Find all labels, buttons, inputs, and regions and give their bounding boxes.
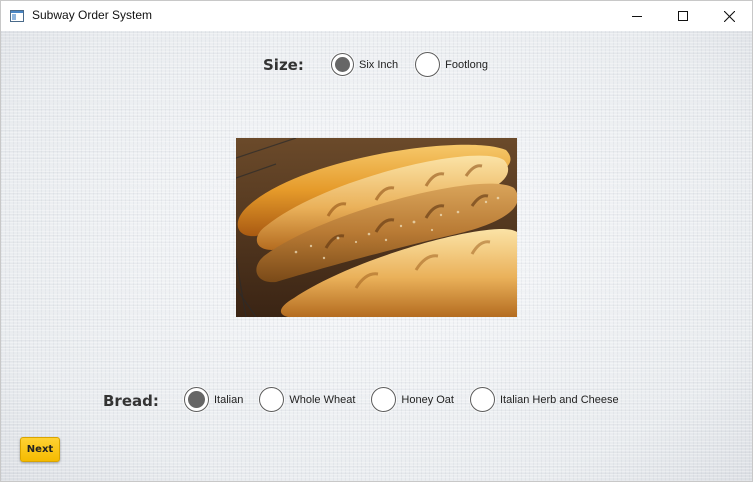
bread-radio-group: Italian Whole Wheat Honey Oat Italian He… bbox=[184, 387, 619, 412]
bread-radio-italian[interactable]: Italian bbox=[184, 387, 243, 412]
close-button[interactable] bbox=[706, 1, 752, 31]
bread-option-label[interactable]: Italian Herb and Cheese bbox=[500, 394, 619, 406]
window-app-icon bbox=[10, 9, 24, 22]
bread-option-label[interactable]: Italian bbox=[214, 394, 243, 406]
minimize-button[interactable] bbox=[614, 1, 660, 31]
size-radio-six-inch[interactable]: Six Inch bbox=[331, 53, 398, 76]
radio-circle-icon[interactable] bbox=[371, 387, 397, 412]
order-panel: Size: Six Inch Footlong Bread: Italian W… bbox=[1, 31, 752, 481]
radio-circle-icon[interactable] bbox=[331, 53, 354, 76]
size-option-label[interactable]: Footlong bbox=[445, 59, 488, 71]
bread-radio-whole-wheat[interactable]: Whole Wheat bbox=[259, 387, 355, 412]
maximize-icon bbox=[678, 11, 688, 21]
next-button[interactable]: Next bbox=[20, 437, 60, 462]
bread-loaves-photo bbox=[236, 138, 517, 317]
bread-option-label[interactable]: Whole Wheat bbox=[289, 394, 355, 406]
maximize-button[interactable] bbox=[660, 1, 706, 31]
minimize-icon bbox=[632, 16, 642, 17]
size-option-label[interactable]: Six Inch bbox=[359, 59, 398, 71]
radio-circle-icon[interactable] bbox=[184, 387, 209, 412]
radio-selected-dot bbox=[188, 391, 205, 408]
bread-radio-italian-herb-cheese[interactable]: Italian Herb and Cheese bbox=[469, 387, 619, 412]
size-radio-footlong[interactable]: Footlong bbox=[415, 52, 488, 77]
bread-option-label[interactable]: Honey Oat bbox=[401, 394, 454, 406]
radio-circle-icon[interactable] bbox=[415, 52, 441, 77]
radio-circle-icon[interactable] bbox=[259, 387, 285, 412]
title-bar[interactable]: Subway Order System bbox=[1, 1, 752, 31]
bread-label: Bread: bbox=[103, 392, 159, 410]
window-title: Subway Order System bbox=[32, 8, 153, 22]
radio-circle-icon[interactable] bbox=[469, 387, 495, 412]
bread-radio-honey-oat[interactable]: Honey Oat bbox=[371, 387, 454, 412]
radio-selected-dot bbox=[335, 57, 350, 72]
size-radio-group: Six Inch Footlong bbox=[331, 52, 488, 77]
close-icon bbox=[723, 10, 735, 22]
app-window: Subway Order System Size: Six Inch Footl… bbox=[0, 0, 753, 482]
size-label: Size: bbox=[263, 56, 304, 74]
